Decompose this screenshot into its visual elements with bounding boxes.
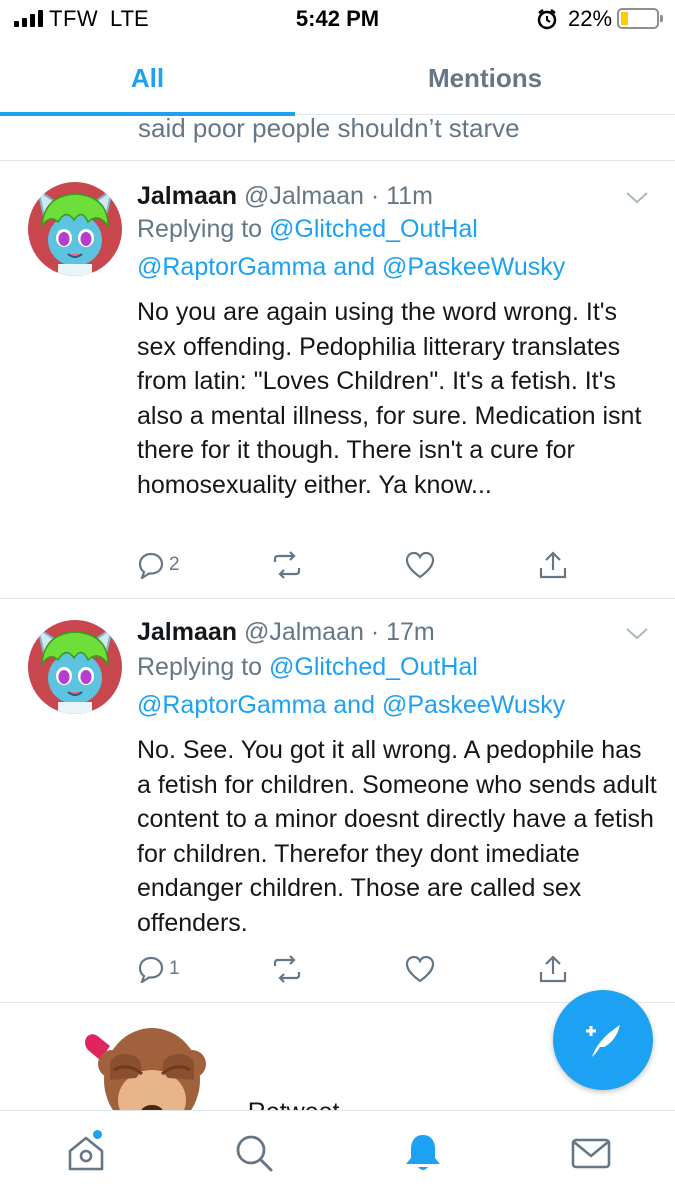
share-button[interactable] (538, 548, 568, 582)
tweet-text: No. See. You got it all wrong. A pedophi… (137, 736, 657, 937)
reply-count: 1 (169, 958, 180, 979)
retweet-button[interactable] (270, 548, 304, 582)
heart-icon (405, 955, 435, 983)
share-icon (539, 955, 567, 983)
replying-to: Replying to @Glitched_OutHal (137, 653, 478, 681)
heart-icon (405, 551, 435, 579)
home-icon[interactable] (64, 1131, 108, 1175)
retweet-icon (273, 955, 301, 983)
tweet-time: · 17m (370, 618, 435, 646)
previous-tweet-text: said poor people shouldn’t starve (138, 113, 520, 143)
mention-link[interactable]: @PaskeeWusky (382, 253, 565, 281)
tweet[interactable]: Jalmaan @Jalmaan · 17m Replying to @Glit… (0, 598, 675, 1002)
chevron-down-icon[interactable] (624, 188, 650, 208)
share-button[interactable] (538, 952, 568, 986)
notifications-tabs: All Mentions (0, 44, 675, 116)
mention-link[interactable]: @Glitched_OutHal (269, 653, 478, 681)
home-new-content-dot (93, 1130, 102, 1139)
status-bar: TFW LTE 5:42 PM 22% (0, 0, 675, 40)
share-icon (539, 551, 567, 579)
mention-link[interactable]: @RaptorGamma (137, 691, 326, 719)
mention-link[interactable]: @PaskeeWusky (382, 691, 565, 719)
compose-tweet-button[interactable] (553, 990, 653, 1090)
user-handle: @Jalmaan (244, 618, 364, 646)
display-name[interactable]: Jalmaan (137, 182, 237, 210)
tab-mentions[interactable]: Mentions (295, 44, 675, 112)
search-icon[interactable] (232, 1131, 276, 1175)
replying-to-others: @RaptorGamma and @PaskeeWusky (137, 253, 566, 281)
replying-to: Replying to @Glitched_OutHal (137, 215, 478, 243)
avatar[interactable] (28, 182, 122, 276)
user-handle: @Jalmaan (244, 182, 364, 210)
like-button[interactable] (405, 952, 435, 986)
reply-icon (138, 552, 164, 579)
battery-level-fill (621, 12, 628, 25)
battery-percentage: 22% (568, 6, 613, 31)
alarm-icon (537, 9, 557, 30)
like-button[interactable] (405, 548, 435, 582)
bottom-tab-bar (0, 1110, 675, 1200)
reply-button[interactable]: 1 (137, 952, 180, 986)
mention-link[interactable]: @RaptorGamma (137, 253, 326, 281)
retweet-icon (273, 551, 301, 579)
battery-icon (617, 8, 663, 29)
mention-link[interactable]: @Glitched_OutHal (269, 215, 478, 243)
tweet-actions: 1 (0, 952, 675, 986)
notifications-bell-icon[interactable] (401, 1131, 445, 1175)
tweet-time: · 11m (370, 182, 433, 210)
compose-tweet-icon (586, 1025, 620, 1057)
tweet-header: Jalmaan @Jalmaan · 17m (137, 618, 435, 647)
tweet-header: Jalmaan @Jalmaan · 11m (137, 182, 433, 211)
avatar[interactable] (28, 620, 122, 714)
chevron-down-icon[interactable] (624, 624, 650, 644)
tweet-actions: 2 (0, 548, 675, 582)
messages-envelope-icon[interactable] (569, 1131, 613, 1175)
reply-button[interactable]: 2 (137, 548, 180, 582)
retweet-button[interactable] (270, 952, 304, 986)
replying-to-others: @RaptorGamma and @PaskeeWusky (137, 691, 566, 719)
tweet-text: No you are again using the word wrong. I… (137, 298, 642, 499)
reply-icon (138, 956, 164, 983)
tab-all[interactable]: All (0, 44, 295, 112)
tweet[interactable]: Jalmaan @Jalmaan · 11m Replying to @Glit… (0, 160, 675, 598)
display-name[interactable]: Jalmaan (137, 618, 237, 646)
reply-count: 2 (169, 554, 180, 575)
